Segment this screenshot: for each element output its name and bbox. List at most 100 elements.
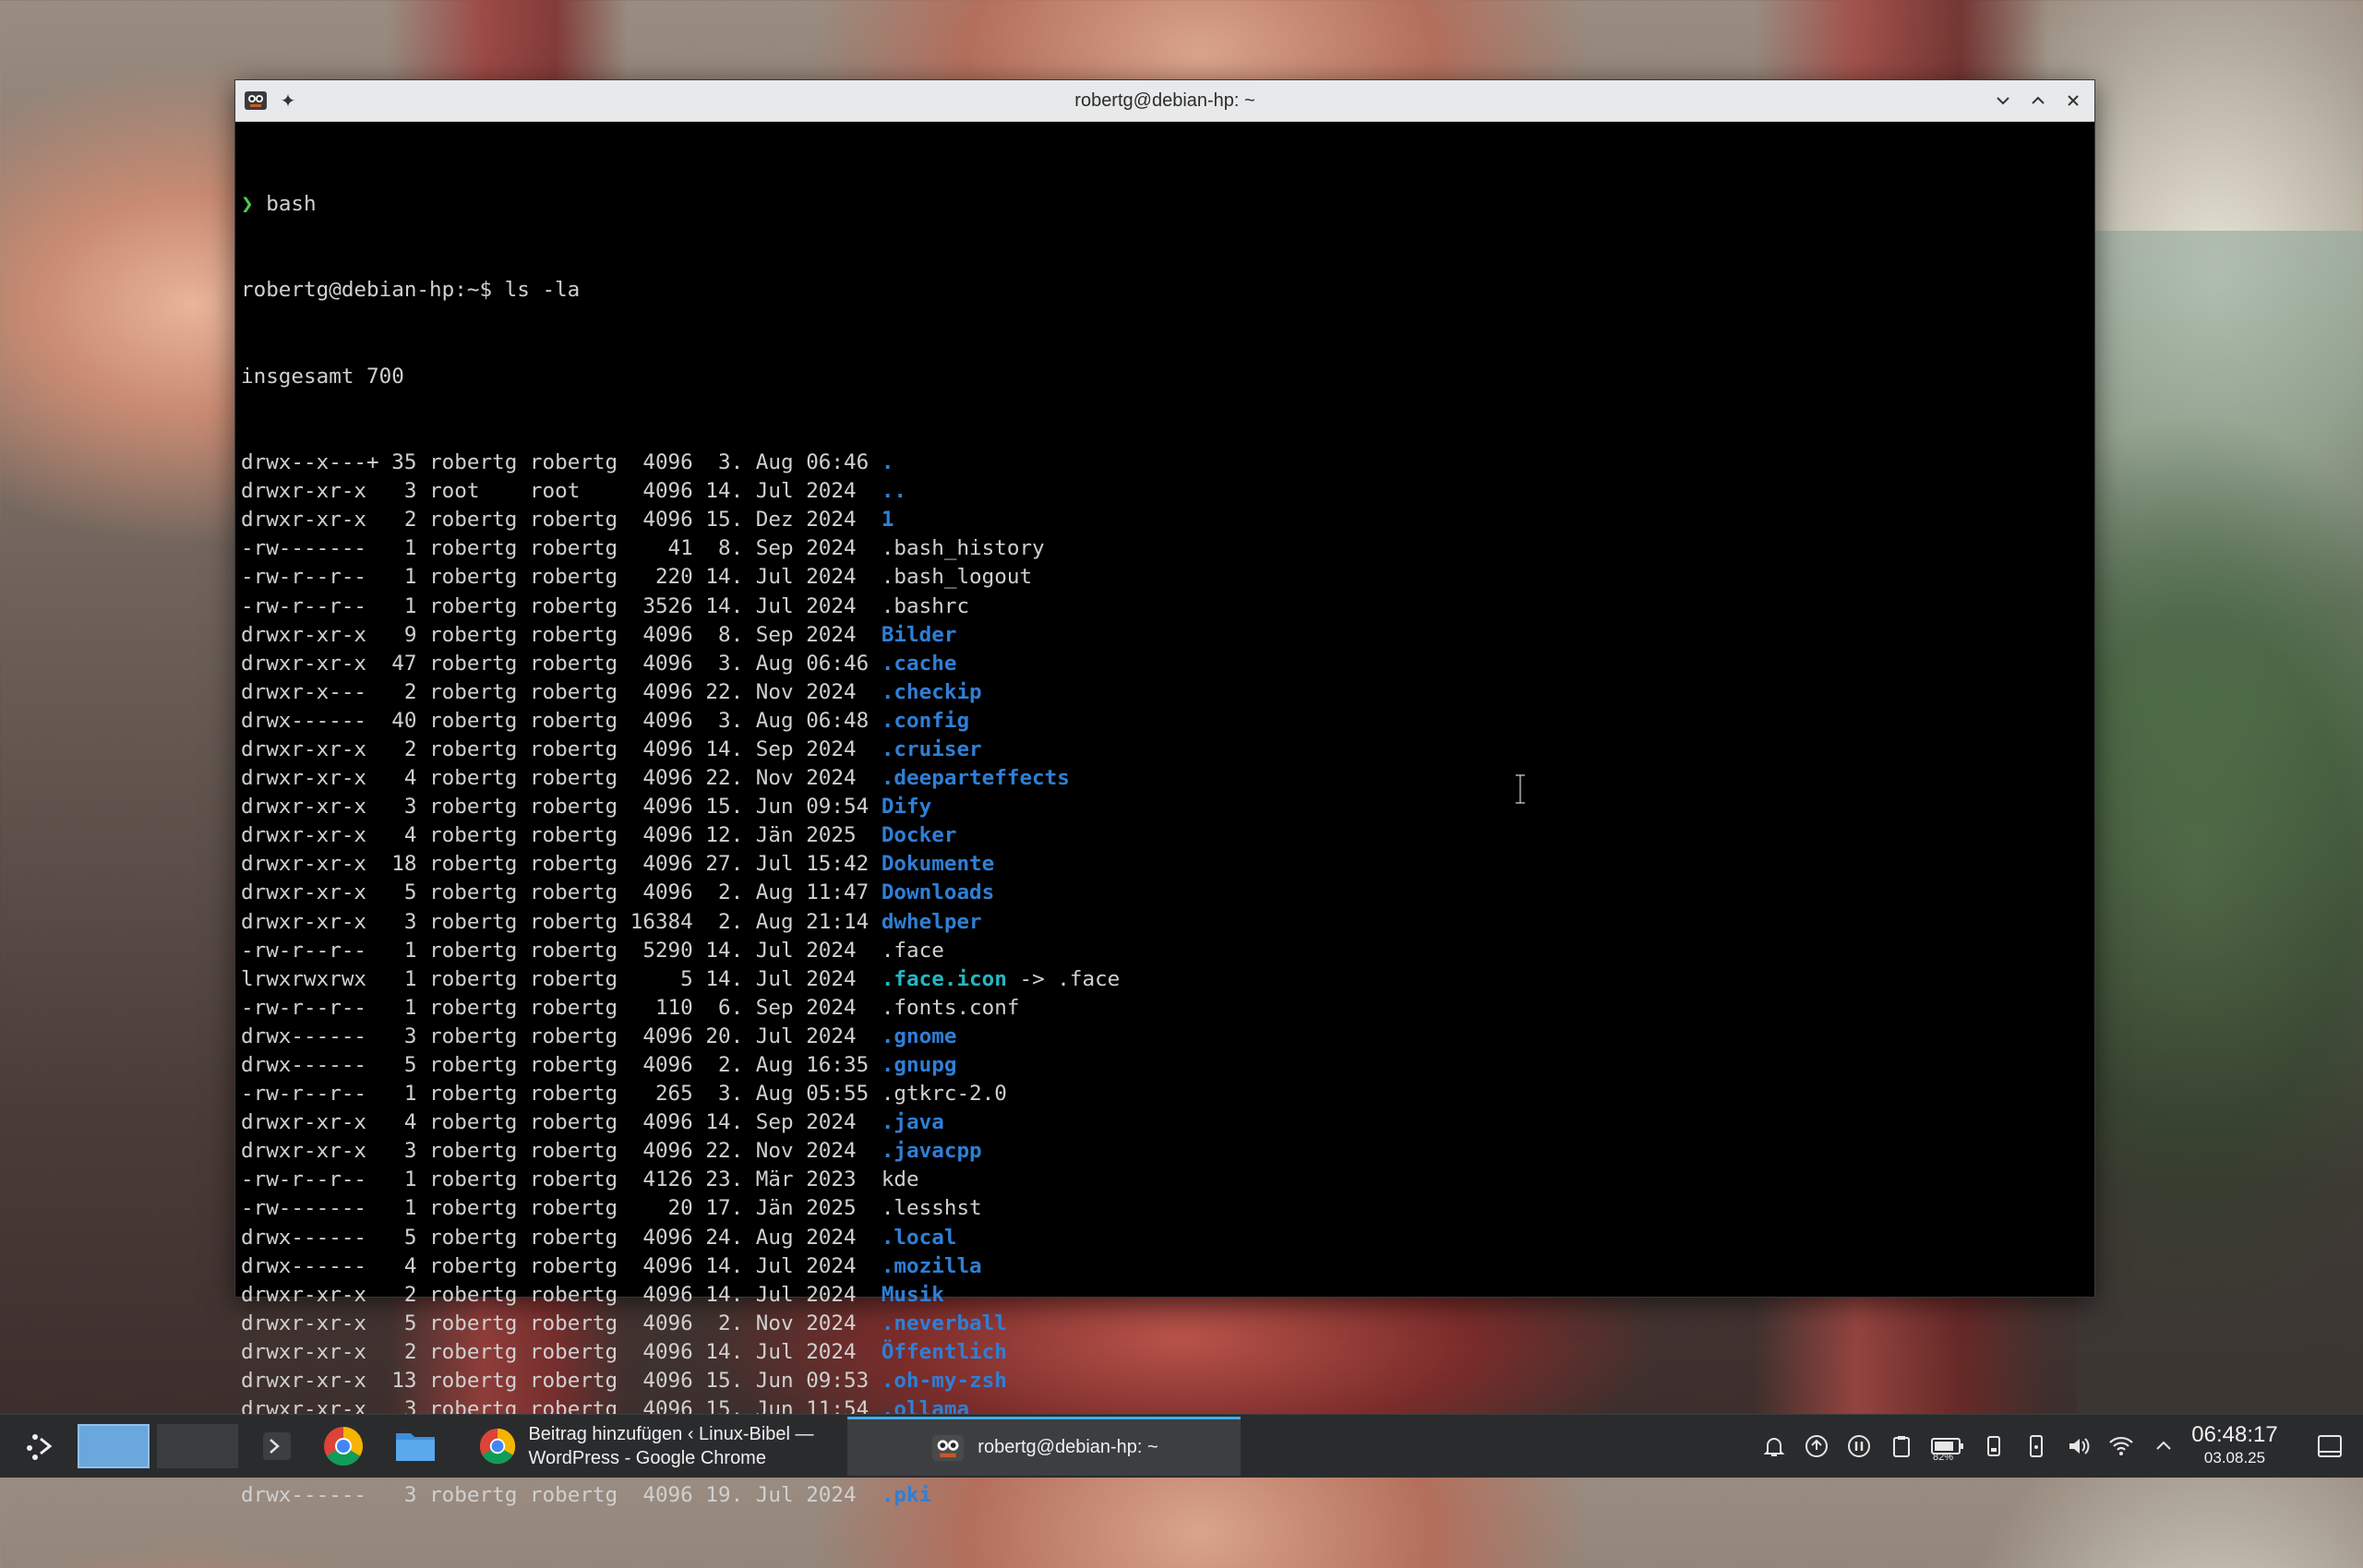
row-size: 4096 [642,795,693,820]
row-filename: .gtkrc-2.0 [881,1082,1007,1107]
file-manager-launcher-button[interactable] [386,1415,445,1478]
media-pause-icon[interactable] [1844,1431,1874,1461]
application-launcher-button[interactable] [15,1415,66,1478]
digital-clock[interactable]: 06:48:17 03.08.25 [2184,1422,2285,1468]
row-links: 5 [391,1053,417,1077]
task-terminal-window[interactable]: robertg@debian-hp: ~ [847,1417,1241,1476]
listing-row: drwx------ 3 robertg robertg 4096 20. Ju… [241,1023,2094,1051]
row-links: 1 [391,995,417,1020]
row-owner: robertg [429,508,518,533]
chrome-launcher-button[interactable] [314,1415,373,1478]
row-owner: robertg [429,651,518,676]
row-filename: . [881,450,894,475]
row-filename: Dify [881,795,932,820]
clipboard-icon[interactable] [1887,1431,1916,1461]
chevron-up-icon[interactable] [2149,1431,2178,1461]
row-filename: Docker [881,823,957,848]
listing-row: drwxr-xr-x 2 robertg robertg 4096 15. De… [241,506,2094,534]
row-owner: robertg [429,593,518,618]
row-size: 4096 [642,766,693,791]
row-date: 14. Jul 2024 [705,1339,870,1364]
maximize-button[interactable] [2022,86,2054,115]
row-permissions: drwxr-xr-x [241,1282,379,1307]
row-owner: robertg [429,1139,518,1164]
row-links: 9 [391,622,417,647]
storage-device-icon[interactable] [1979,1431,2009,1461]
row-permissions: drwxr-xr-x [241,1311,379,1335]
kdeconnect-icon[interactable] [2021,1431,2051,1461]
row-filename: .deeparteffects [881,766,1070,791]
row-date: 24. Aug 2024 [705,1225,870,1250]
row-size: 4096 [642,708,693,733]
row-owner: robertg [429,536,518,561]
row-owner: robertg [429,1339,518,1364]
row-links: 4 [391,823,417,848]
row-date: 23. Mär 2023 [705,1167,870,1192]
volume-icon[interactable] [2064,1431,2093,1461]
close-button[interactable] [2057,86,2089,115]
chrome-icon [324,1427,363,1466]
row-group: robertg [529,1082,618,1107]
listing-row: drwxr-xr-x 3 root root 4096 14. Jul 2024… [241,477,2094,506]
row-date: 14. Jul 2024 [705,966,870,991]
row-group: robertg [529,1167,618,1192]
row-group: robertg [529,708,618,733]
row-filename: .fonts.conf [881,995,1020,1020]
virtual-desktop-2[interactable] [157,1424,238,1468]
row-permissions: drwxr-xr-x [241,823,379,848]
row-filename: .javacpp [881,1139,982,1164]
row-group: robertg [529,1339,618,1364]
listing-row: drwxr-xr-x 4 robertg robertg 4096 22. No… [241,764,2094,793]
row-permissions: drwxr-xr-x [241,795,379,820]
row-size: 4096 [642,450,693,475]
clock-date: 03.08.25 [2203,1449,2266,1466]
row-permissions: -rw-r--r-- [241,565,379,590]
row-links: 4 [391,1110,417,1135]
listing-row: drwxr-xr-x 5 robertg robertg 4096 2. Nov… [241,1310,2094,1338]
row-filename: .checkip [881,679,982,704]
row-date: 14. Jul 2024 [705,593,870,618]
konsole-icon [932,1434,965,1461]
chrome-icon [480,1428,516,1465]
show-desktop-icon[interactable] [2315,1431,2345,1461]
listing-row: -rw------- 1 robertg robertg 20 17. Jän … [241,1194,2094,1223]
row-filename: kde [881,1167,919,1192]
close-icon [2068,95,2079,106]
row-owner: robertg [429,1110,518,1135]
row-date: 14. Sep 2024 [705,736,870,761]
system-tray: 82% [1759,1415,2178,1478]
row-links: 3 [391,1139,417,1164]
battery-icon[interactable]: 82% [1929,1431,1966,1463]
row-permissions: drwx------ [241,1053,379,1077]
task-chrome-window[interactable]: Beitrag hinzufügen ‹ Linux-Bibel — WordP… [450,1417,842,1476]
virtual-desktop-1[interactable] [78,1424,150,1468]
row-filename: .bash_logout [881,565,1033,590]
window-titlebar[interactable]: ✦ robertg@debian-hp: ~ [235,80,2094,122]
row-links: 4 [391,1253,417,1278]
listing-row: drwx------ 4 robertg robertg 4096 14. Ju… [241,1252,2094,1281]
row-filename: .cruiser [881,736,982,761]
row-links: 1 [391,565,417,590]
updates-icon[interactable] [1802,1431,1831,1461]
row-permissions: -rw------- [241,536,379,561]
shell-name: bash [266,192,317,217]
row-group: robertg [529,536,618,561]
listing-row: drwxr-xr-x 4 robertg robertg 4096 14. Se… [241,1108,2094,1137]
minimize-button[interactable] [1987,86,2019,115]
terminal-launcher-button[interactable] [253,1415,301,1478]
row-owner: robertg [429,966,518,991]
terminal-window[interactable]: ✦ robertg@debian-hp: ~ ❯ bash robertg@de… [234,79,2095,1507]
taskbar: Beitrag hinzufügen ‹ Linux-Bibel — WordP… [0,1414,2363,1478]
listing-row: drwxr-xr-x 2 robertg robertg 4096 14. Se… [241,736,2094,764]
row-permissions: drwxr-xr-x [241,622,379,647]
wifi-icon[interactable] [2106,1431,2136,1461]
row-owner: robertg [429,1053,518,1077]
notifications-icon[interactable] [1759,1431,1789,1461]
row-size: 4096 [642,651,693,676]
row-filename: .local [881,1225,957,1250]
row-group: robertg [529,823,618,848]
row-group: robertg [529,1110,618,1135]
row-filename: .bashrc [881,593,970,618]
terminal-output[interactable]: ❯ bash robertg@debian-hp:~$ ls -la insge… [235,122,2094,1568]
row-links: 2 [391,679,417,704]
